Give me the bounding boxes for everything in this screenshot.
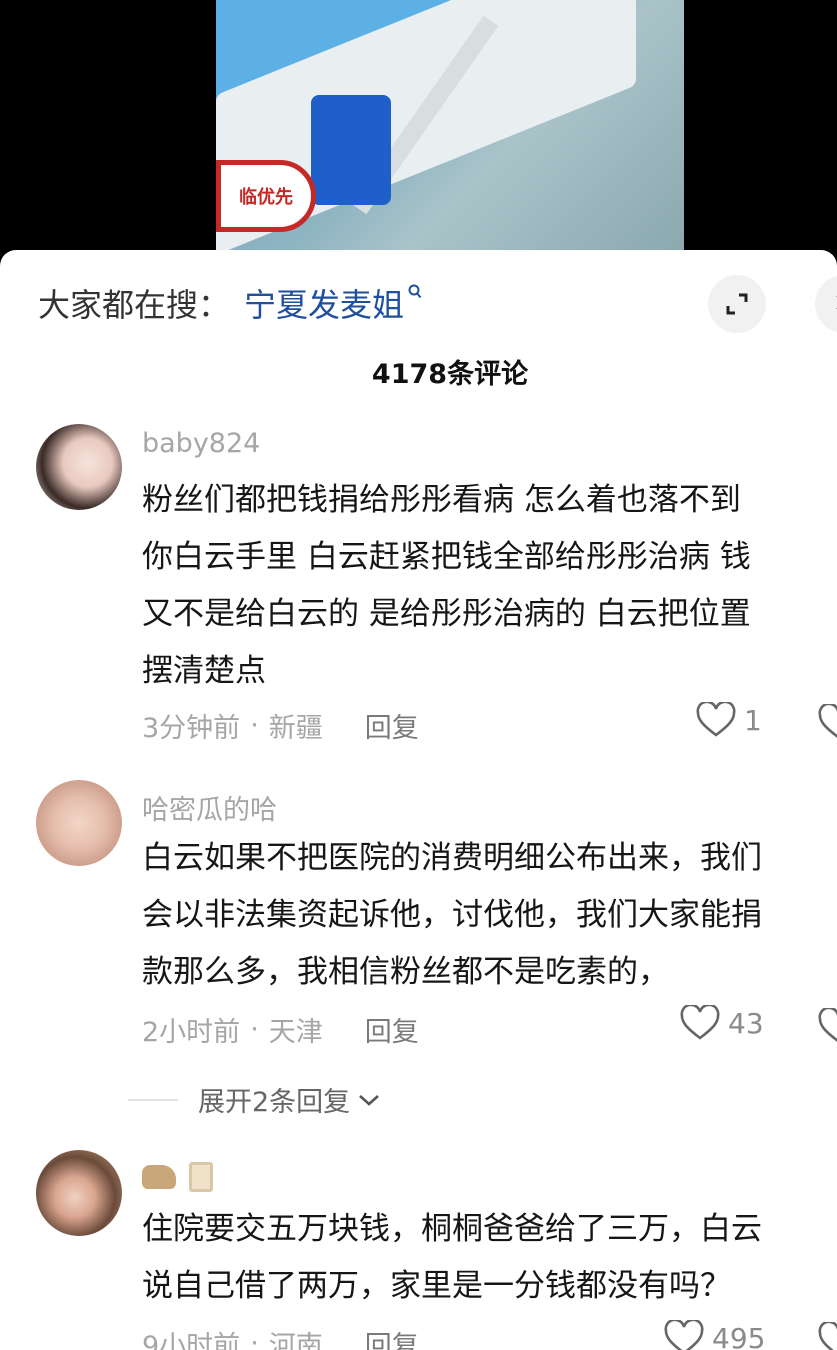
meta-separator: · [250,1328,259,1350]
video-frame: 临优先 [216,0,684,262]
video-bed-handle-shape [311,95,391,205]
comment-sheet: 大家都在搜： 宁夏发麦姐 ✕ 4178条评论 baby824 粉丝们都把钱捐给彤… [0,250,837,1350]
comment-location: 新疆 [268,713,323,744]
comment-text: 粉丝们都把钱捐给彤彤看病 怎么着也落不到 你白云手里 白云赶紧把钱全部给彤彤治病… [142,472,837,700]
close-icon: ✕ [833,289,837,319]
video-player[interactable]: 临优先 [0,0,837,262]
comment-username[interactable]: baby824 [142,428,260,459]
dislike-button[interactable] [818,1006,837,1048]
dislike-button[interactable] [818,1320,837,1350]
like-count: 43 [728,1006,764,1040]
like-button[interactable]: 1 [696,702,762,738]
like-count: 495 [712,1321,766,1350]
search-suggestion[interactable]: 大家都在搜： 宁夏发麦姐 [38,280,422,326]
video-bed-label: 临优先 [216,160,316,232]
comment-meta: 2小时前 · 天津 回复 [142,1010,419,1049]
comment-text-line: 你白云手里 白云赶紧把钱全部给彤彤治病 钱 [142,539,751,575]
comment-text: 住院要交五万块钱，桐桐爸爸给了三万，白云 说自己借了两万，家里是一分钱都没有吗？ [142,1201,837,1315]
comment-text-line: 又不是给白云的 是给彤彤治病的 白云把位置 [142,596,751,632]
beer-emoji-icon [188,1161,213,1192]
comment-time: 2小时前 [142,1017,241,1048]
comment-username[interactable] [142,1160,213,1192]
reply-button[interactable]: 回复 [365,1010,419,1049]
heart-icon [696,702,736,737]
comment-text-line: 说自己借了两万，家里是一分钱都没有吗？ [142,1268,731,1304]
comment-meta: 9小时前 · 河南 回复 [142,1324,419,1350]
like-count: 1 [744,703,762,737]
comment-username[interactable]: 哈密瓜的哈 [142,788,277,827]
search-suggestion-term[interactable]: 宁夏发麦姐 [244,280,404,326]
comment-location: 天津 [268,1017,323,1048]
comment-time: 3分钟前 [142,713,241,744]
comment-text-line: 白云如果不把医院的消费明细公布出来，我们 [142,840,762,876]
dislike-button[interactable] [818,702,837,744]
comment-count: 4178条评论 [371,359,529,390]
comment-location: 河南 [268,1331,323,1350]
like-button[interactable]: 495 [664,1320,765,1350]
reply-button[interactable]: 回复 [365,706,419,745]
reply-button[interactable]: 回复 [365,1324,419,1350]
dislike-icon [818,1006,837,1042]
search-suggestion-label: 大家都在搜： [38,286,231,324]
bull-emoji-icon [142,1164,176,1189]
comment-text: 白云如果不把医院的消费明细公布出来，我们 会以非法集资起诉他，讨伐他，我们大家能… [142,830,837,1001]
comment-time: 9小时前 [142,1331,241,1350]
comment-text-line: 会以非法集资起诉他，讨伐他，我们大家能捐 [142,897,762,933]
avatar[interactable] [36,780,122,866]
fullscreen-button[interactable] [708,275,766,333]
comment-meta: 3分钟前 · 新疆 回复 [142,706,419,745]
meta-separator: · [250,1014,259,1045]
divider [128,1098,178,1101]
comment-text-line: 粉丝们都把钱捐给彤彤看病 怎么着也落不到 [142,482,741,518]
heart-icon [680,1005,720,1040]
like-button[interactable]: 43 [680,1005,764,1041]
meta-separator: · [250,710,259,741]
close-button[interactable]: ✕ [815,275,837,333]
heart-icon [664,1320,704,1350]
fullscreen-icon [726,293,748,315]
comment-text-line: 款那么多，我相信粉丝都不是吃素的， [142,954,669,990]
expand-replies-button[interactable]: 展开2条回复 [128,1080,382,1119]
chevron-down-icon [359,1094,380,1106]
avatar[interactable] [36,1150,122,1236]
comment-text-line: 摆清楚点 [142,653,266,689]
dislike-icon [818,702,837,738]
expand-replies-label: 展开2条回复 [198,1087,351,1118]
comment-text-line: 住院要交五万块钱，桐桐爸爸给了三万，白云 [142,1211,762,1247]
search-icon [408,281,422,305]
avatar[interactable] [36,424,122,510]
dislike-icon [818,1320,837,1350]
